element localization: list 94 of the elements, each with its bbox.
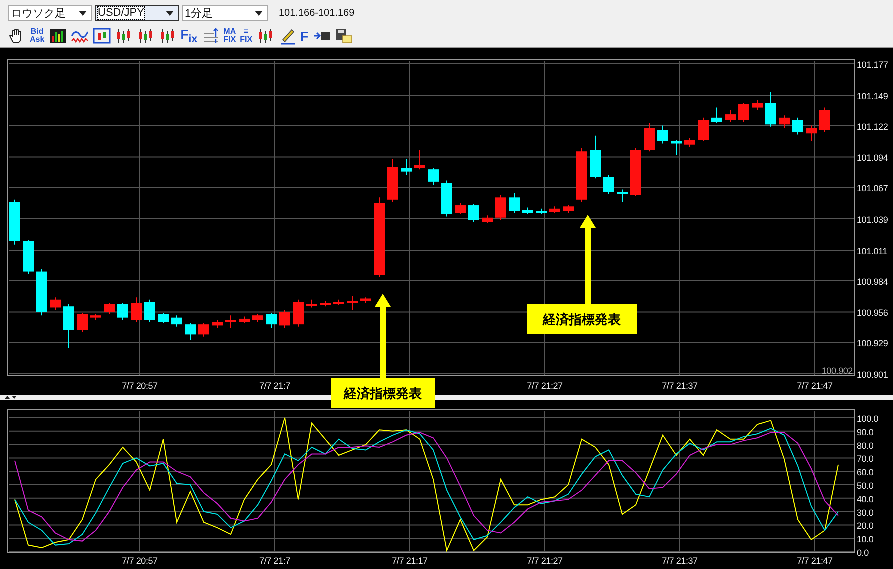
caret-icon bbox=[255, 10, 263, 16]
candlestick bbox=[158, 312, 169, 324]
candlestick bbox=[766, 92, 776, 128]
resize-arrows-icon[interactable] bbox=[4, 395, 18, 400]
save-note-icon[interactable] bbox=[334, 27, 353, 45]
candlestick bbox=[468, 204, 480, 223]
candlestick-icon[interactable] bbox=[114, 27, 133, 45]
price-axis-label: 101.149 bbox=[857, 91, 888, 102]
y-axis-label: 10.0 bbox=[857, 534, 874, 545]
y-axis-label: 100.0 bbox=[857, 414, 879, 424]
last-price-label: 100.902 bbox=[822, 366, 853, 376]
candlestick bbox=[509, 192, 520, 214]
y-axis-label: 60.0 bbox=[857, 468, 874, 478]
candlestick bbox=[738, 102, 750, 123]
candlestick bbox=[428, 168, 439, 186]
x-axis-label: 7/7 21:27 bbox=[527, 556, 563, 566]
candlestick bbox=[414, 150, 426, 170]
price-axis-label: 101.122 bbox=[857, 122, 888, 132]
y-axis-label: 90.0 bbox=[857, 427, 874, 438]
candlestick bbox=[455, 202, 466, 216]
annotation-label: 経済指標発表 bbox=[543, 313, 621, 328]
price-axis-label: 100.956 bbox=[857, 308, 888, 318]
time-axis-label: 7/7 21:37 bbox=[662, 381, 698, 391]
pencil-icon[interactable] bbox=[278, 27, 297, 45]
y-axis-label: 50.0 bbox=[857, 481, 874, 491]
price-axis-label: 100.984 bbox=[857, 276, 888, 287]
caret-icon bbox=[166, 10, 174, 16]
price-axis-label: 101.011 bbox=[857, 246, 888, 256]
candlestick bbox=[226, 315, 236, 328]
price-axis-label: 101.177 bbox=[857, 60, 888, 70]
toolbar-button[interactable]: ≡ FIX bbox=[240, 28, 253, 44]
x-axis-label: 7/7 21:37 bbox=[662, 556, 698, 566]
candlestick bbox=[617, 189, 628, 203]
candlestick bbox=[806, 125, 817, 142]
caret-icon bbox=[79, 10, 87, 16]
candlestick-icon[interactable] bbox=[256, 27, 275, 45]
candlestick bbox=[144, 299, 156, 323]
price-axis-label: 100.901 bbox=[857, 370, 888, 380]
candlestick bbox=[658, 125, 668, 144]
y-axis-label: 30.0 bbox=[857, 508, 874, 518]
candlestick bbox=[50, 297, 61, 310]
y-axis-label: 40.0 bbox=[857, 494, 874, 504]
candlestick bbox=[172, 315, 182, 328]
time-axis-label: 7/7 20:57 bbox=[122, 381, 158, 391]
price-axis-label: 101.094 bbox=[857, 153, 888, 164]
y-axis-label: 0.0 bbox=[857, 548, 869, 558]
annotation-label: 経済指標発表 bbox=[344, 387, 422, 402]
chart-grid-icon[interactable] bbox=[202, 27, 220, 45]
dropdown[interactable]: ロウソク足 bbox=[8, 5, 92, 21]
price-quote: 101.166-101.169 bbox=[279, 8, 355, 18]
candlestick bbox=[401, 158, 412, 176]
candlestick bbox=[712, 107, 722, 124]
toolbar-button[interactable]: F bbox=[300, 28, 309, 44]
candlestick bbox=[820, 107, 830, 134]
candlestick bbox=[293, 299, 304, 328]
toolbar-button[interactable]: Bid Ask bbox=[30, 28, 45, 44]
candlestick bbox=[280, 309, 290, 328]
candlestick-icon[interactable] bbox=[136, 27, 155, 45]
candlestick bbox=[725, 110, 736, 123]
dropdown[interactable]: USD/JPY bbox=[95, 5, 179, 21]
candlestick bbox=[779, 115, 790, 129]
time-axis-label: 7/7 21:27 bbox=[527, 381, 563, 391]
price-axis-label: 101.039 bbox=[857, 215, 888, 225]
candlestick bbox=[131, 297, 142, 323]
x-axis-label: 7/7 21:7 bbox=[260, 556, 290, 566]
candle-frame-icon[interactable] bbox=[92, 27, 111, 45]
y-axis-label: 70.0 bbox=[857, 454, 874, 464]
bar-chart-icon[interactable] bbox=[48, 27, 67, 45]
x-axis-label: 7/7 21:17 bbox=[392, 556, 428, 566]
candlestick-icon[interactable] bbox=[158, 27, 177, 45]
x-axis-label: 7/7 21:47 bbox=[797, 556, 833, 566]
candlestick bbox=[496, 194, 506, 221]
y-axis-label: 80.0 bbox=[857, 440, 874, 451]
candlestick bbox=[104, 302, 115, 315]
toolbar-button[interactable]: MA FIX bbox=[224, 28, 236, 44]
candlestick bbox=[604, 174, 614, 195]
x-axis-label: 7/7 20:57 bbox=[122, 556, 158, 566]
time-axis-label: 7/7 21:7 bbox=[260, 381, 290, 391]
candlestick bbox=[118, 302, 128, 321]
time-axis-label: 7/7 21:47 bbox=[797, 381, 833, 391]
candlestick bbox=[644, 123, 655, 152]
candlestick bbox=[698, 117, 709, 142]
candlestick bbox=[792, 117, 804, 136]
dropdown[interactable]: 1分足 bbox=[182, 5, 268, 21]
toolbar-button[interactable]: F$_{ix}$ bbox=[180, 26, 198, 46]
candlestick bbox=[752, 99, 763, 111]
candlestick bbox=[64, 304, 74, 349]
price-axis-label: 101.067 bbox=[857, 184, 888, 194]
candlestick bbox=[198, 322, 210, 338]
y-axis-label: 20.0 bbox=[857, 521, 874, 532]
price-axis-label: 100.929 bbox=[857, 338, 888, 349]
candlestick bbox=[185, 322, 196, 341]
candlestick bbox=[266, 312, 277, 328]
candlestick bbox=[77, 312, 88, 333]
